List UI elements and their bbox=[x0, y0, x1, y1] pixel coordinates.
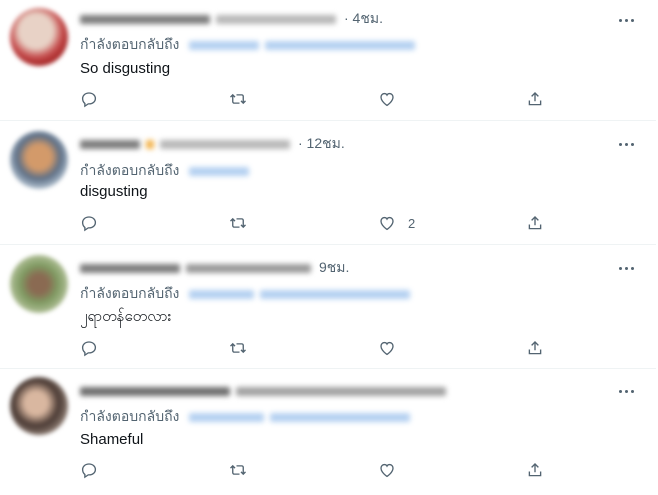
tweet-time[interactable]: · 12ชม. bbox=[298, 133, 345, 155]
replying-to-label: กำลังตอบกลับถึง bbox=[80, 285, 180, 301]
reply-mention-redacted[interactable] bbox=[260, 289, 411, 299]
retweet-icon[interactable] bbox=[227, 337, 249, 359]
more-icon[interactable] bbox=[616, 381, 636, 401]
author-handle-redacted[interactable] bbox=[216, 14, 336, 24]
replying-to-label: กำลังตอบกลับถึง bbox=[80, 36, 180, 52]
replying-to-label: กำลังตอบกลับถึง bbox=[80, 408, 180, 424]
author-name-redacted[interactable] bbox=[80, 386, 230, 396]
retweet-icon[interactable] bbox=[227, 459, 249, 481]
replying-to: กำลังตอบกลับถึง bbox=[80, 407, 416, 427]
tweet-text: So disgusting bbox=[80, 60, 171, 77]
tweet-time[interactable]: 9ชม. bbox=[319, 257, 349, 279]
tweet[interactable]: 9ชม. กำลังตอบกลับถึง ၂ရာတန်တေလား bbox=[0, 245, 656, 369]
tweet[interactable]: · 4ชม. กำลังตอบกลับถึง So disgusting bbox=[0, 0, 656, 121]
reply-icon[interactable] bbox=[78, 459, 100, 481]
like-icon[interactable] bbox=[376, 459, 398, 481]
author-row bbox=[80, 381, 454, 401]
author-handle-redacted[interactable] bbox=[186, 263, 311, 273]
replying-to-label: กำลังตอบกลับถึง bbox=[80, 162, 180, 178]
like-icon[interactable] bbox=[376, 212, 398, 234]
verified-badge-redacted bbox=[146, 139, 154, 149]
reply-mention-redacted[interactable] bbox=[189, 40, 260, 50]
author-handle-redacted[interactable] bbox=[160, 139, 290, 149]
tweet[interactable]: กำลังตอบกลับถึง Shameful bbox=[0, 369, 656, 495]
replying-to: กำลังตอบกลับถึง bbox=[80, 161, 255, 181]
avatar[interactable] bbox=[10, 377, 68, 435]
replying-to: กำลังตอบกลับถึง bbox=[80, 284, 416, 304]
author-name-redacted[interactable] bbox=[80, 139, 140, 149]
reply-mention-redacted[interactable] bbox=[270, 412, 411, 422]
reply-mention-redacted[interactable] bbox=[189, 289, 255, 299]
more-icon[interactable] bbox=[616, 10, 636, 30]
share-icon[interactable] bbox=[524, 88, 546, 110]
author-row: · 4ชม. bbox=[80, 9, 383, 29]
tweet[interactable]: · 12ชม. กำลังตอบกลับถึง disgusting 2 bbox=[0, 121, 656, 245]
reply-mention-redacted[interactable] bbox=[189, 412, 265, 422]
reply-mention-redacted[interactable] bbox=[189, 166, 250, 176]
retweet-icon[interactable] bbox=[227, 212, 249, 234]
share-icon[interactable] bbox=[524, 337, 546, 359]
tweet-text: ၂ရာတန်တေလား bbox=[80, 308, 172, 325]
retweet-icon[interactable] bbox=[227, 88, 249, 110]
author-name-redacted[interactable] bbox=[80, 14, 210, 24]
like-icon[interactable] bbox=[376, 88, 398, 110]
reply-mention-redacted[interactable] bbox=[265, 40, 416, 50]
more-icon[interactable] bbox=[616, 134, 636, 154]
avatar[interactable] bbox=[10, 255, 68, 313]
share-icon[interactable] bbox=[524, 212, 546, 234]
author-handle-redacted[interactable] bbox=[236, 386, 446, 396]
tweet-text: Shameful bbox=[80, 431, 144, 448]
author-name-redacted[interactable] bbox=[80, 263, 180, 273]
author-row: · 12ชม. bbox=[80, 134, 345, 154]
author-row: 9ชม. bbox=[80, 258, 349, 278]
tweet-time[interactable]: · 4ชม. bbox=[344, 8, 383, 30]
replying-to: กำลังตอบกลับถึง bbox=[80, 35, 421, 55]
avatar[interactable] bbox=[10, 8, 68, 66]
reply-icon[interactable] bbox=[78, 337, 100, 359]
like-icon[interactable] bbox=[376, 337, 398, 359]
like-count: 2 bbox=[408, 216, 416, 231]
avatar[interactable] bbox=[10, 131, 68, 189]
more-icon[interactable] bbox=[616, 258, 636, 278]
reply-icon[interactable] bbox=[78, 88, 100, 110]
share-icon[interactable] bbox=[524, 459, 546, 481]
reply-icon[interactable] bbox=[78, 212, 100, 234]
tweet-text: disgusting bbox=[80, 183, 148, 200]
